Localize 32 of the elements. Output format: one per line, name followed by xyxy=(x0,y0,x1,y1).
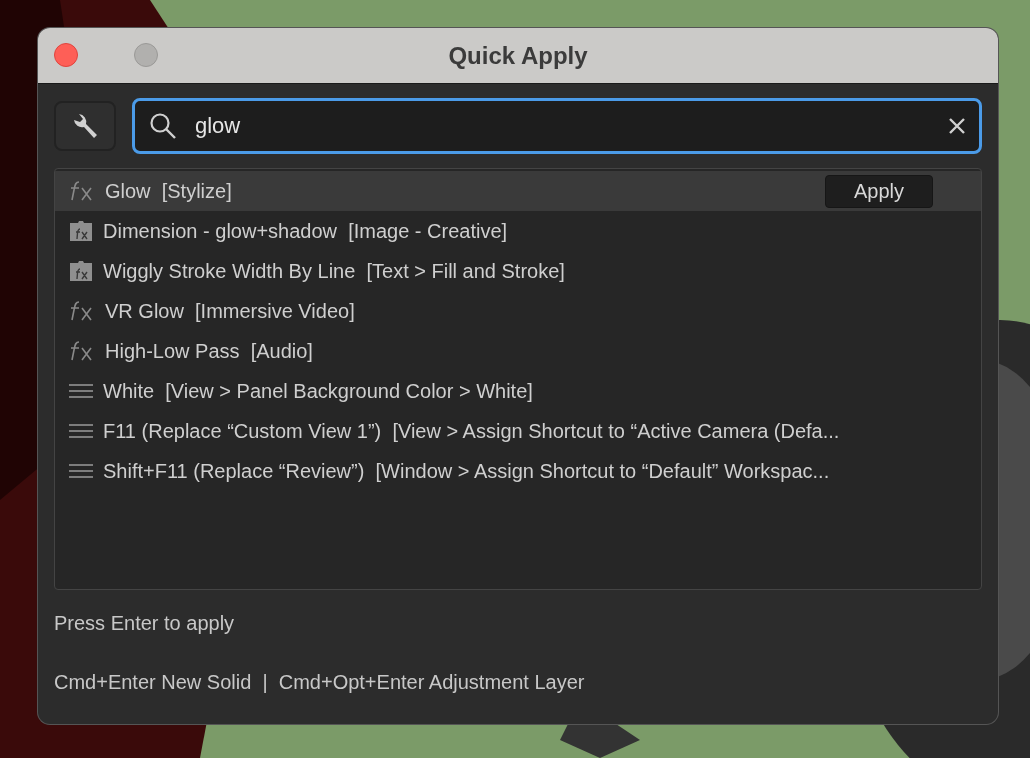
result-label: Dimension - glow+shadow [Image - Creative] xyxy=(103,219,509,243)
result-label: High-Low Pass [Audio] xyxy=(105,339,314,363)
menu-item-icon xyxy=(69,423,93,439)
apply-button[interactable]: Apply xyxy=(824,174,933,208)
result-item[interactable]: Dimension - glow+shadow [Image - Creative] xyxy=(55,211,981,251)
fx-icon xyxy=(69,340,95,362)
fx-icon xyxy=(69,300,95,322)
clear-icon[interactable] xyxy=(948,117,966,135)
menu-item-icon xyxy=(69,383,93,399)
result-label: Glow [Stylize] xyxy=(105,179,233,203)
preset-icon xyxy=(69,260,93,282)
search-field[interactable]: glow xyxy=(132,98,982,154)
fx-icon xyxy=(69,180,95,202)
result-item[interactable]: Glow [Stylize] Apply xyxy=(55,171,981,211)
result-item[interactable]: High-Low Pass [Audio] xyxy=(55,331,981,371)
shortcuts-text: Cmd+Enter New Solid | Cmd+Opt+Enter Adjustment Layer xyxy=(54,671,586,694)
preset-icon xyxy=(69,220,93,242)
result-label: F11 (Replace “Custom View 1”) [View > Assign Shortcut to “Active Camera (Defa... xyxy=(103,419,841,443)
result-label: VR Glow [Immersive Video] xyxy=(105,299,356,323)
result-label: Wiggly Stroke Width By Line [Text > Fill and Stroke] xyxy=(103,259,566,283)
hint-text: Press Enter to apply xyxy=(54,612,236,635)
result-item[interactable]: VR Glow [Immersive Video] xyxy=(55,291,981,331)
result-item[interactable]: White [View > Panel Background Color > White] xyxy=(55,371,981,411)
result-item[interactable]: F11 (Replace “Custom View 1”) [View > Assign Shortcut to “Active Camera (Defa... xyxy=(55,411,981,451)
menu-item-icon xyxy=(69,463,93,479)
window-title: Quick Apply xyxy=(448,41,588,70)
search-icon xyxy=(149,112,177,140)
settings-button[interactable] xyxy=(54,101,116,151)
result-label: Shift+F11 (Replace “Review”) [Window > Assign Shortcut to “Default” Workspac... xyxy=(103,459,831,483)
result-item[interactable]: Shift+F11 (Replace “Review”) [Window > Assign Shortcut to “Default” Workspac... xyxy=(55,451,981,491)
result-item[interactable]: Wiggly Stroke Width By Line [Text > Fill and Stroke] xyxy=(55,251,981,291)
result-label: White [View > Panel Background Color > White] xyxy=(103,379,534,403)
